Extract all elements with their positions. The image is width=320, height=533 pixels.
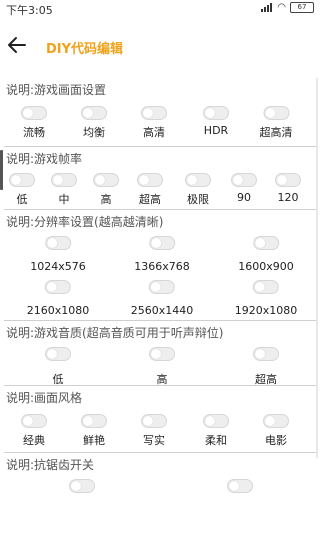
section-resolution: 说明:分辨率设置(越高越清晰) 1024x576 1366x768 1600x9… xyxy=(4,209,316,320)
section-title: 说明:分辨率设置(越高越清晰) xyxy=(6,215,164,229)
section-framerate: 说明:游戏帧率 低 中 高 超高 极限 90 120 xyxy=(4,146,316,209)
scroll-track xyxy=(316,78,318,458)
scroll-indicator xyxy=(0,150,3,190)
toggle[interactable] xyxy=(141,106,167,120)
toggle[interactable] xyxy=(81,106,107,120)
toggle[interactable] xyxy=(45,280,71,294)
toggle[interactable] xyxy=(93,173,119,187)
page-title: DIY代码编辑 xyxy=(46,42,124,57)
option-res-2160[interactable]: 2160x1080 xyxy=(27,280,89,317)
toggle[interactable] xyxy=(69,479,95,493)
toggle[interactable] xyxy=(149,236,175,250)
option-res-1024[interactable]: 1024x576 xyxy=(30,236,86,273)
option-style-realistic[interactable]: 写实 xyxy=(141,414,167,448)
battery-icon: 67 xyxy=(290,2,314,13)
section-title: 说明:抗锯齿开关 xyxy=(6,458,95,472)
option-style-vivid[interactable]: 鲜艳 xyxy=(81,414,107,448)
option-res-1366[interactable]: 1366x768 xyxy=(134,236,190,273)
section-audio: 说明:游戏音质(超高音质可用于听声辩位) 低 高 超高 xyxy=(4,320,316,387)
option-hdr[interactable]: HDR xyxy=(203,106,229,137)
option-balanced[interactable]: 均衡 xyxy=(81,106,107,140)
toggle[interactable] xyxy=(263,414,289,428)
toggle[interactable] xyxy=(51,173,77,187)
toggle[interactable] xyxy=(203,106,229,120)
signal-icon xyxy=(261,3,273,12)
option-aa-on[interactable] xyxy=(227,479,253,493)
option-fps-90[interactable]: 90 xyxy=(231,173,257,204)
settings-list: 说明:游戏画面设置 流畅 均衡 高清 HDR 超高清 说明:游戏帧率 低 中 高… xyxy=(4,78,316,533)
toggle[interactable] xyxy=(149,347,175,361)
toggle[interactable] xyxy=(45,347,71,361)
toggle[interactable] xyxy=(253,280,279,294)
option-style-soft[interactable]: 柔和 xyxy=(203,414,229,448)
option-uhd[interactable]: 超高清 xyxy=(260,106,293,140)
toggle[interactable] xyxy=(227,479,253,493)
option-audio-ultra[interactable]: 超高 xyxy=(253,347,279,387)
section-style: 说明:画面风格 经典 鲜艳 写实 柔和 电影 xyxy=(4,385,316,452)
toggle[interactable] xyxy=(45,236,71,250)
toggle[interactable] xyxy=(21,106,47,120)
toggle[interactable] xyxy=(263,106,289,120)
option-smooth[interactable]: 流畅 xyxy=(21,106,47,140)
toggle[interactable] xyxy=(9,173,35,187)
option-hd[interactable]: 高清 xyxy=(141,106,167,140)
toggle[interactable] xyxy=(275,173,301,187)
option-res-1920[interactable]: 1920x1080 xyxy=(235,280,297,317)
option-res-1600[interactable]: 1600x900 xyxy=(238,236,294,273)
wifi-icon: ◠ xyxy=(277,2,286,13)
status-time: 下午3:05 xyxy=(6,4,53,17)
option-fps-high[interactable]: 高 xyxy=(93,173,119,207)
toggle[interactable] xyxy=(185,173,211,187)
section-title: 说明:画面风格 xyxy=(6,391,83,405)
toggle[interactable] xyxy=(253,347,279,361)
option-fps-extreme[interactable]: 极限 xyxy=(185,173,211,207)
app-header: DIY代码编辑 xyxy=(0,18,320,72)
section-graphics: 说明:游戏画面设置 流畅 均衡 高清 HDR 超高清 xyxy=(4,78,316,146)
section-title: 说明:游戏帧率 xyxy=(6,152,83,166)
toggle[interactable] xyxy=(21,414,47,428)
option-fps-mid[interactable]: 中 xyxy=(51,173,77,207)
toggle[interactable] xyxy=(141,414,167,428)
back-arrow-icon[interactable] xyxy=(6,34,28,56)
toggle[interactable] xyxy=(253,236,279,250)
section-title: 说明:游戏音质(超高音质可用于听声辩位) xyxy=(6,326,224,340)
toggle[interactable] xyxy=(203,414,229,428)
toggle[interactable] xyxy=(149,280,175,294)
section-antialiasing: 说明:抗锯齿开关 xyxy=(4,452,316,513)
option-style-classic[interactable]: 经典 xyxy=(21,414,47,448)
option-audio-high[interactable]: 高 xyxy=(149,347,175,387)
toggle[interactable] xyxy=(137,173,163,187)
status-icons: ◠ 67 xyxy=(261,2,314,13)
option-fps-120[interactable]: 120 xyxy=(275,173,301,204)
option-style-cinema[interactable]: 电影 xyxy=(263,414,289,448)
option-fps-low[interactable]: 低 xyxy=(9,173,35,207)
toggle[interactable] xyxy=(81,414,107,428)
status-bar: 下午3:05 ◠ 67 xyxy=(0,0,320,18)
option-res-2560[interactable]: 2560x1440 xyxy=(131,280,193,317)
option-fps-ultra[interactable]: 超高 xyxy=(137,173,163,207)
option-audio-low[interactable]: 低 xyxy=(45,347,71,387)
option-aa-off[interactable] xyxy=(69,479,95,493)
section-title: 说明:游戏画面设置 xyxy=(6,83,107,97)
toggle[interactable] xyxy=(231,173,257,187)
